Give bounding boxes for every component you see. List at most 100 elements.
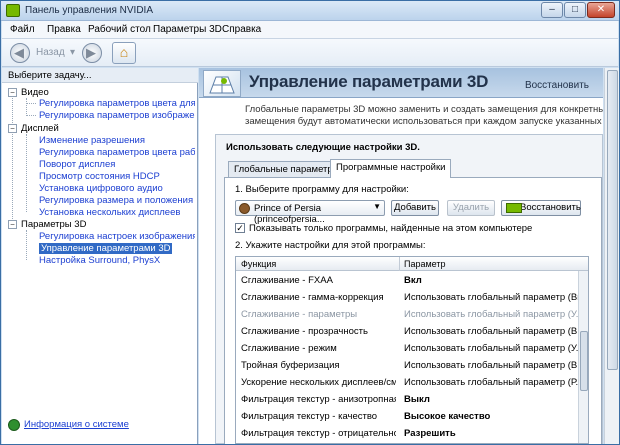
step1-label: 1. Выберите программу для настройки:: [235, 184, 409, 195]
tree-line: [26, 134, 27, 212]
close-button[interactable]: ✕: [587, 2, 615, 18]
title-bar[interactable]: Панель управления NVIDIA – □ ✕: [1, 1, 619, 21]
tree-item-hdcp[interactable]: Просмотр состояния HDCP: [39, 171, 195, 182]
tree-item-image-settings[interactable]: Регулировка настроек изображения с п: [39, 231, 195, 242]
restore-button[interactable]: Восстановить: [501, 200, 581, 216]
remove-button[interactable]: Удалить: [447, 200, 495, 216]
menu-help[interactable]: Справка: [222, 24, 261, 35]
tab-global-settings[interactable]: Глобальные параметры: [228, 161, 346, 177]
tree-item-multi-display[interactable]: Установка нескольких дисплеев: [39, 207, 195, 218]
window-title: Панель управления NVIDIA: [25, 5, 153, 16]
nvidia-icon: [506, 203, 522, 213]
menu-edit[interactable]: Правка: [47, 24, 81, 35]
row-function: Фильтрация текстур - качество: [241, 411, 378, 422]
menu-file[interactable]: Файл: [10, 24, 35, 35]
tree-item-video-color[interactable]: Регулировка параметров цвета для вид: [39, 98, 195, 109]
table-row[interactable]: Сглаживание - FXAA Вкл: [236, 273, 580, 288]
minimize-button[interactable]: –: [541, 2, 563, 18]
tree-item-video-image[interactable]: Регулировка параметров изображения д: [39, 110, 195, 121]
menu-3d-settings[interactable]: Параметры 3D: [153, 24, 222, 35]
restore-defaults-link[interactable]: Восстановить: [525, 80, 589, 91]
row-function: Фильтрация текстур - отрицательное о...: [241, 428, 396, 439]
row-function: Ускорение нескольких дисплеев/смеша...: [241, 377, 396, 388]
program-settings-body: 1. Выберите программу для настройки: Pri…: [224, 177, 602, 444]
table-row[interactable]: Фильтрация текстур - отрицательное о... …: [236, 426, 580, 441]
tree-line: [26, 103, 36, 104]
column-header-parameter[interactable]: Параметр: [404, 259, 446, 269]
3d-grid-graphic: [209, 76, 235, 94]
content-area: Управление параметрами 3D Восстановить Г…: [199, 68, 603, 444]
grid-header: Функция Параметр: [236, 257, 588, 271]
grid-scrollbar[interactable]: [578, 271, 588, 443]
row-parameter: Использовать глобальный параметр (В...: [404, 326, 578, 337]
tree-group-3d[interactable]: Параметры 3D: [21, 219, 86, 230]
collapse-3d-icon[interactable]: −: [8, 220, 17, 229]
row-parameter: Использовать глобальный параметр (В...: [404, 360, 578, 371]
intro-line-1: Глобальные параметры 3D можно заменить и…: [245, 104, 603, 115]
tree-group-video[interactable]: Видео: [21, 87, 49, 98]
row-parameter: Высокое качество: [404, 411, 491, 422]
sidebar-header: Выберите задачу...: [2, 68, 198, 83]
tree-line: [12, 92, 13, 227]
task-sidebar: Выберите задачу... − Видео Регулировка п…: [2, 68, 198, 444]
intro-text: Глобальные параметры 3D можно заменить и…: [245, 104, 603, 128]
menu-desktop[interactable]: Рабочий стол: [88, 24, 151, 35]
settings-panel: Использовать следующие настройки 3D. Гло…: [215, 134, 603, 444]
show-found-only-checkbox[interactable]: ✓: [235, 223, 245, 233]
tree-item-surround-physx[interactable]: Настройка Surround, PhysX: [39, 255, 195, 266]
system-info-icon: [8, 419, 20, 431]
row-function: Фильтрация текстур - анизотропная оп...: [241, 394, 396, 405]
row-function: Сглаживание - параметры: [241, 309, 358, 320]
add-button[interactable]: Добавить: [391, 200, 439, 216]
row-parameter: Выкл: [404, 394, 430, 405]
program-select[interactable]: Prince of Persia (princeofpersia... ▼: [235, 200, 385, 225]
toolbar: ◀ Назад ▾ ▶ ⌂: [2, 39, 618, 67]
row-function: Сглаживание - гамма-коррекция: [241, 292, 384, 303]
table-row[interactable]: Сглаживание - прозрачность Использовать …: [236, 324, 580, 339]
nvidia-logo-icon: [6, 4, 20, 17]
main-window: Панель управления NVIDIA – □ ✕ Файл Прав…: [0, 0, 620, 445]
3d-settings-icon: [203, 70, 241, 97]
chevron-down-icon: ▼: [373, 202, 381, 211]
tree-item-desktop-color[interactable]: Регулировка параметров цвета рабочег: [39, 147, 195, 158]
tree-item-desktop-size[interactable]: Регулировка размера и положения рабоч: [39, 195, 195, 206]
table-row[interactable]: Сглаживание - параметры Использовать гло…: [236, 307, 580, 322]
tab-program-settings[interactable]: Программные настройки: [330, 159, 452, 178]
collapse-display-icon[interactable]: −: [8, 124, 17, 133]
table-row[interactable]: Ускорение нескольких дисплеев/смеша... И…: [236, 375, 580, 390]
row-parameter: Разрешить: [404, 428, 456, 439]
row-parameter: Вкл: [404, 275, 422, 286]
row-parameter: Использовать глобальный параметр (Р...: [404, 377, 578, 388]
row-parameter: Использовать глобальный параметр (У...: [404, 343, 578, 354]
system-info-link[interactable]: Информация о системе: [24, 419, 129, 430]
back-button[interactable]: ◀: [10, 43, 30, 63]
tree-item-resolution[interactable]: Изменение разрешения: [39, 135, 195, 146]
forward-arrow-icon: ▶: [86, 45, 96, 60]
tree-item-manage-3d[interactable]: Управление параметрами 3D: [39, 243, 173, 254]
row-function: Тройная буферизация: [241, 360, 340, 371]
tree-group-display[interactable]: Дисплей: [21, 123, 59, 134]
table-row[interactable]: Фильтрация текстур - качество Высокое ка…: [236, 409, 580, 424]
maximize-button[interactable]: □: [564, 2, 586, 18]
table-row[interactable]: Фильтрация текстур - анизотропная оп... …: [236, 392, 580, 407]
collapse-video-icon[interactable]: −: [8, 88, 17, 97]
row-function: Сглаживание - режим: [241, 343, 337, 354]
content-scroll-thumb[interactable]: [607, 70, 618, 370]
home-button[interactable]: ⌂: [112, 42, 136, 64]
page-banner: Управление параметрами 3D Восстановить: [199, 68, 603, 98]
step2-label: 2. Укажите настройки для этой программы:: [235, 240, 426, 251]
column-header-function[interactable]: Функция: [241, 259, 276, 269]
show-found-only-label: Показывать только программы, найденные н…: [249, 223, 533, 234]
table-row[interactable]: Сглаживание - гамма-коррекция Использова…: [236, 290, 580, 305]
content-scrollbar[interactable]: [604, 68, 619, 444]
table-row[interactable]: Сглаживание - режим Использовать глобаль…: [236, 341, 580, 356]
table-row[interactable]: Тройная буферизация Использовать глобаль…: [236, 358, 580, 373]
tree-item-audio[interactable]: Установка цифрового аудио: [39, 183, 195, 194]
settings-grid: Функция Параметр Сглаживание - FXAA Вкл …: [235, 256, 589, 444]
forward-button[interactable]: ▶: [82, 43, 102, 63]
grid-scroll-thumb[interactable]: [580, 331, 588, 391]
back-dropdown-icon[interactable]: ▾: [70, 47, 75, 58]
program-select-value: Prince of Persia (princeofpersia...: [254, 203, 325, 225]
restore-button-label: Восстановить: [520, 202, 581, 213]
tree-item-rotate[interactable]: Поворот дисплея: [39, 159, 195, 170]
